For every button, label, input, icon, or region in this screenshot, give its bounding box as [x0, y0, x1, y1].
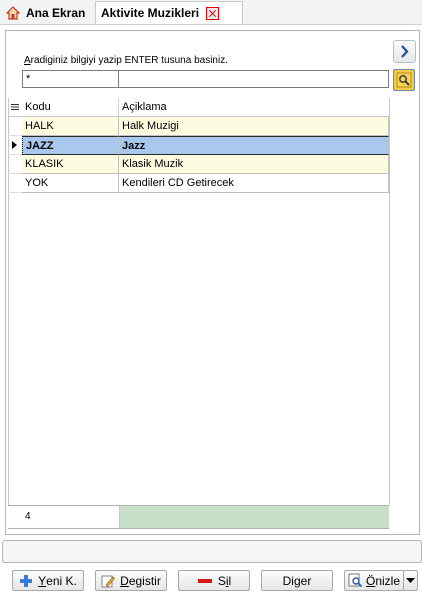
- delete-button[interactable]: Sil: [178, 570, 250, 591]
- edit-button-accelerator: D: [120, 573, 129, 588]
- find-icon: [396, 72, 412, 88]
- close-icon[interactable]: [206, 6, 220, 20]
- pencil-icon: [101, 575, 116, 587]
- find-button[interactable]: [393, 69, 415, 91]
- cell-code[interactable]: JAZZ: [22, 136, 119, 155]
- record-count: 4: [22, 506, 120, 528]
- next-button[interactable]: [393, 40, 416, 63]
- tab-strip: Ana Ekran Aktivite Muzikleri: [0, 0, 422, 25]
- tab-home-label: Ana Ekran: [26, 5, 86, 20]
- table-row[interactable]: HALK Halk Muzigi: [8, 117, 389, 136]
- column-header-desc[interactable]: Açiklama: [119, 98, 389, 116]
- footer-summary-area: [120, 506, 389, 528]
- table-row[interactable]: KLASIK Klasik Muzik: [8, 155, 389, 174]
- footer-indicator: [8, 506, 22, 528]
- edit-button-label: egistir: [128, 573, 161, 588]
- column-chooser[interactable]: [8, 98, 22, 116]
- search-prompt-text: radiginiz bilgiyi yazip ENTER tusuna bas…: [30, 55, 228, 66]
- tab-aktivite-muzikleri[interactable]: Aktivite Muzikleri: [95, 1, 243, 24]
- column-header-code[interactable]: Kodu: [22, 98, 119, 116]
- chevron-right-icon: [401, 45, 409, 58]
- grid-footer: 4: [8, 505, 389, 529]
- cell-desc[interactable]: Kendileri CD Getirecek: [119, 174, 389, 193]
- cell-desc[interactable]: Klasik Muzik: [119, 155, 389, 174]
- chevron-down-icon: [406, 577, 415, 583]
- tab-active-label: Aktivite Muzikleri: [101, 6, 200, 20]
- preview-button-accelerator: Ö: [366, 573, 376, 588]
- plus-icon: [20, 574, 33, 587]
- delete-button-label-post: l: [228, 573, 232, 588]
- other-button-label-post: er: [300, 573, 312, 588]
- grid-header: Kodu Açiklama: [8, 98, 389, 117]
- preview-dropdown-button[interactable]: [403, 570, 418, 591]
- list-icon: [11, 104, 19, 110]
- other-button-label-pre: Di: [282, 573, 294, 588]
- cell-desc[interactable]: Halk Muzigi: [119, 117, 389, 136]
- home-icon: [6, 5, 20, 20]
- grid-right-border: [389, 98, 390, 505]
- preview-icon: [348, 573, 363, 588]
- new-record-button[interactable]: Yeni K.: [12, 570, 84, 591]
- cell-desc[interactable]: Jazz: [119, 136, 389, 155]
- row-indicator: [8, 174, 22, 193]
- delete-button-label-pre: S: [217, 573, 226, 588]
- search-prompt: Aradiginiz bilgiyi yazip ENTER tusuna ba…: [24, 55, 228, 66]
- data-grid: Kodu Açiklama HALK Halk Muzigi JAZZ Jazz…: [8, 98, 389, 193]
- cell-code[interactable]: HALK: [22, 117, 119, 136]
- row-indicator: [8, 136, 22, 155]
- table-row-selected[interactable]: JAZZ Jazz: [8, 136, 389, 155]
- row-indicator: [8, 155, 22, 174]
- new-button-label: eni K.: [46, 573, 77, 588]
- search-desc-input[interactable]: [118, 70, 389, 88]
- preview-button[interactable]: Önizle: [344, 570, 404, 591]
- row-indicator: [8, 117, 22, 136]
- status-bar: [2, 540, 422, 563]
- search-prompt-accelerator: A: [24, 55, 31, 66]
- new-button-accelerator: Y: [38, 573, 47, 588]
- search-code-input[interactable]: *: [22, 70, 121, 88]
- cell-code[interactable]: KLASIK: [22, 155, 119, 174]
- main-panel: Aradiginiz bilgiyi yazip ENTER tusuna ba…: [5, 30, 420, 535]
- other-button-accelerator: g: [293, 573, 301, 588]
- table-row[interactable]: YOK Kendileri CD Getirecek: [8, 174, 389, 193]
- other-button[interactable]: Di g er: [261, 570, 333, 591]
- tab-home[interactable]: Ana Ekran: [2, 2, 94, 23]
- minus-icon: [197, 578, 212, 583]
- edit-button[interactable]: Degistir: [95, 570, 167, 591]
- preview-button-label: nizle: [375, 573, 401, 588]
- cell-code[interactable]: YOK: [22, 174, 119, 193]
- row-pointer-icon: [12, 141, 17, 149]
